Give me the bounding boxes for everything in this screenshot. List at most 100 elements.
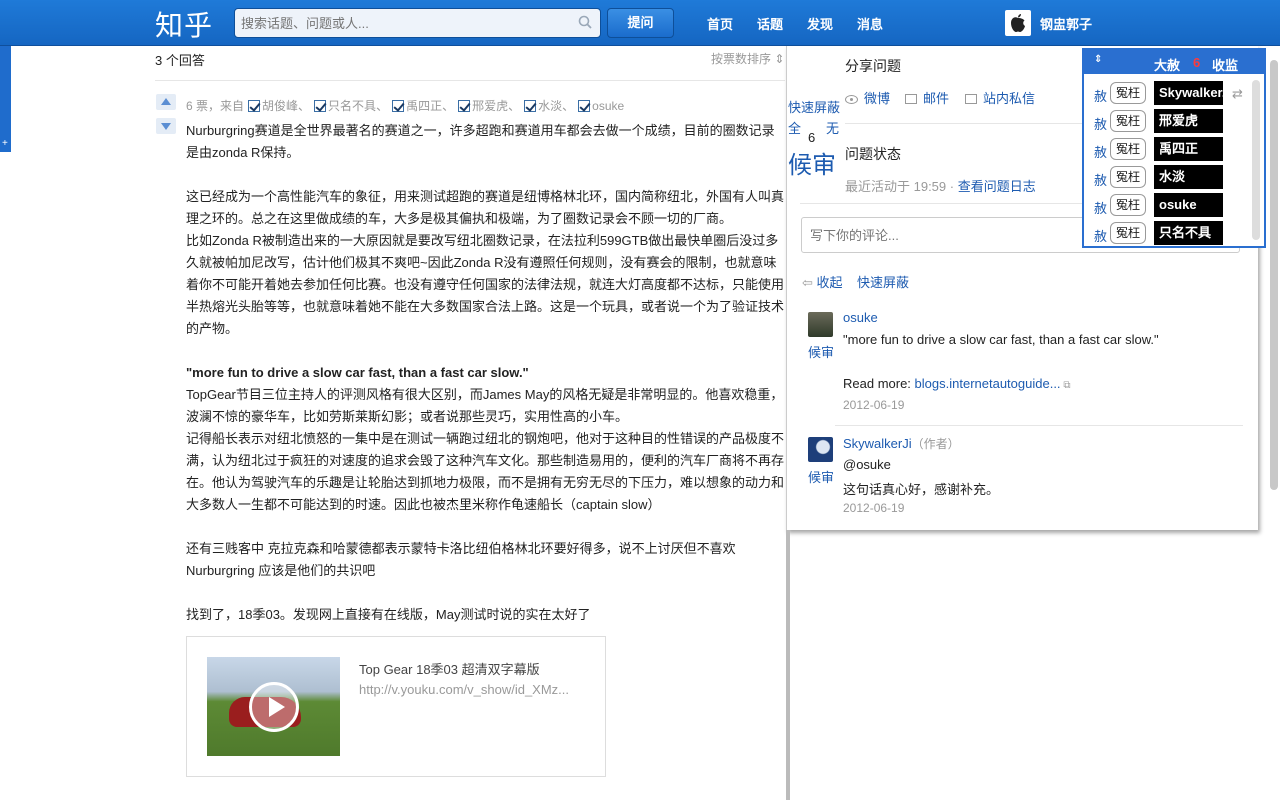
video-title[interactable]: Top Gear 18季03 超清双字幕版 bbox=[359, 659, 540, 678]
wronged-button[interactable]: 冤枉 bbox=[1110, 82, 1146, 104]
answer-paragraph: 记得船长表示对纽北愤怒的一集中是在测试一辆跑过纽北的钢炮吧，他对于这种目的性错误… bbox=[186, 431, 785, 512]
pending-review-link[interactable]: 候审 bbox=[788, 145, 836, 180]
collapse-label: 收起 bbox=[816, 275, 843, 290]
votes-count: 6 票，来自 bbox=[186, 99, 245, 113]
comment-author[interactable]: osuke bbox=[843, 310, 878, 325]
external-link-icon: ⧉ bbox=[1060, 380, 1071, 391]
blocked-user-name[interactable]: 禹四正 bbox=[1154, 137, 1223, 161]
voter-name[interactable]: 禹四正 bbox=[406, 99, 442, 113]
sort-by-votes[interactable]: 按票数排序 ⇕ bbox=[711, 50, 784, 67]
voter-checkbox[interactable] bbox=[314, 100, 327, 112]
author-role: （作者） bbox=[911, 437, 960, 451]
blocked-user-name[interactable]: osuke bbox=[1154, 193, 1223, 217]
comment-text: "more fun to drive a slow car fast, than… bbox=[843, 332, 1159, 347]
share-private-message[interactable]: 站内私信 bbox=[965, 88, 1035, 107]
answer-paragraph: 找到了，18季03。发现网上直接有在线版，May测试时说的实在太好了 bbox=[186, 607, 591, 622]
vote-down-button[interactable] bbox=[156, 118, 176, 134]
side-panel-tab[interactable]: + bbox=[0, 46, 11, 152]
swap-icon[interactable]: ⇄ bbox=[1232, 86, 1243, 102]
comment-date: 2012-06-19 bbox=[843, 398, 905, 412]
collapse-comments[interactable]: ⇦ 收起 bbox=[802, 272, 843, 291]
sort-icon[interactable]: ⇕ bbox=[1094, 54, 1102, 65]
voter-name[interactable]: 胡俊峰 bbox=[262, 99, 298, 113]
pending-review-badge[interactable]: 候审 bbox=[808, 342, 834, 361]
imprison-button[interactable]: 收监 bbox=[1212, 55, 1238, 74]
pardon-link[interactable]: 赦 bbox=[1094, 226, 1107, 245]
panel-divider bbox=[786, 530, 790, 800]
amnesty-button[interactable]: 大赦 bbox=[1154, 55, 1180, 74]
select-all-link[interactable]: 全 bbox=[788, 118, 801, 137]
search-icon[interactable] bbox=[578, 15, 592, 29]
pardon-link[interactable]: 赦 bbox=[1094, 114, 1107, 133]
vote-up-button[interactable] bbox=[156, 94, 176, 110]
commenter-avatar[interactable] bbox=[808, 312, 833, 337]
user-name[interactable]: 钢盅郭子 bbox=[1040, 14, 1092, 33]
arrow-left-icon: ⇦ bbox=[802, 275, 817, 290]
voter-name[interactable]: 水淡 bbox=[538, 99, 562, 113]
video-url[interactable]: http://v.youku.com/v_show/id_XMz... bbox=[359, 682, 569, 697]
answer-paragraph: 还有三贱客中 克拉克森和哈蒙德都表示蒙特卡洛比纽伯格林北环要好得多，说不上讨厌但… bbox=[186, 541, 736, 578]
blocked-user-name[interactable]: 邢爱虎 bbox=[1154, 109, 1223, 133]
quick-block-link[interactable]: 快速屏蔽 bbox=[857, 272, 909, 291]
wronged-button[interactable]: 冤枉 bbox=[1110, 194, 1146, 216]
ask-question-button[interactable]: 提问 bbox=[607, 8, 674, 38]
nav-topics[interactable]: 话题 bbox=[757, 14, 783, 33]
share-weibo[interactable]: 微博 bbox=[845, 88, 890, 107]
comment-text: 这句话真心好，感谢补充。 bbox=[843, 482, 1000, 497]
blocked-user-name[interactable]: 水淡 bbox=[1154, 165, 1223, 189]
select-none-link[interactable]: 无 bbox=[826, 118, 839, 137]
share-question-title: 分享问题 bbox=[845, 58, 901, 74]
play-icon[interactable] bbox=[249, 682, 299, 732]
nav-home[interactable]: 首页 bbox=[707, 14, 733, 33]
nav-messages[interactable]: 消息 bbox=[857, 14, 883, 33]
search-input[interactable] bbox=[241, 14, 571, 32]
pardon-link[interactable]: 赦 bbox=[1094, 170, 1107, 189]
blocked-user-row: 赦 冤枉 Skywalker. bbox=[1084, 80, 1254, 106]
zhihu-logo[interactable]: 知乎 bbox=[155, 4, 213, 44]
pardon-link[interactable]: 赦 bbox=[1094, 86, 1107, 105]
blocked-user-row: 赦 冤枉 只名不具 bbox=[1084, 220, 1254, 246]
comment-author-name[interactable]: SkywalkerJi bbox=[843, 436, 912, 451]
top-navbar: 知乎 提问 首页 话题 发现 消息 钢盅郭子 bbox=[0, 0, 1280, 46]
voter-checkbox[interactable] bbox=[392, 100, 405, 112]
video-thumbnail[interactable] bbox=[207, 657, 340, 756]
pardon-panel: ⇕ 大赦 6 收监 赦 冤枉 Skywalker. 赦 冤枉 邢爱虎 赦 冤枉 … bbox=[1082, 48, 1266, 248]
pending-review-badge[interactable]: 候审 bbox=[808, 467, 834, 486]
wronged-button[interactable]: 冤枉 bbox=[1110, 110, 1146, 132]
video-card[interactable]: Top Gear 18季03 超清双字幕版 http://v.youku.com… bbox=[186, 636, 606, 777]
message-icon bbox=[965, 94, 977, 104]
wronged-button[interactable]: 冤枉 bbox=[1110, 222, 1146, 244]
voter-checkbox[interactable] bbox=[524, 100, 537, 112]
share-email[interactable]: 邮件 bbox=[905, 88, 949, 107]
voter-checkbox[interactable] bbox=[458, 100, 471, 112]
commenter-avatar[interactable] bbox=[808, 437, 833, 462]
voter-name[interactable]: 邢爱虎 bbox=[472, 99, 508, 113]
search-box[interactable] bbox=[234, 8, 601, 38]
scrollbar[interactable] bbox=[1252, 80, 1260, 240]
comment-date: 2012-06-19 bbox=[843, 501, 905, 515]
blocked-user-name[interactable]: Skywalker. bbox=[1154, 81, 1223, 105]
answer-paragraph: 比如Zonda R被制造出来的一大原因就是要改写纽北圈数记录，在法拉利599GT… bbox=[186, 233, 785, 336]
comment-mention: @osuke bbox=[843, 457, 891, 472]
user-avatar[interactable] bbox=[1005, 10, 1031, 36]
wronged-button[interactable]: 冤枉 bbox=[1110, 138, 1146, 160]
voter-checkbox[interactable] bbox=[248, 100, 261, 112]
arrow-up-icon bbox=[161, 98, 171, 105]
voter-checkbox[interactable] bbox=[578, 100, 591, 112]
voters-line: 6 票，来自 胡俊峰、 只名不具、 禹四正、 邢爱虎、 水淡、 osuke bbox=[186, 99, 625, 113]
voter-name[interactable]: osuke bbox=[592, 99, 624, 113]
nav-discover[interactable]: 发现 bbox=[807, 14, 833, 33]
view-log-link[interactable]: 查看问题日志 bbox=[958, 179, 1036, 194]
read-more-link[interactable]: blogs.internetautoguide... bbox=[915, 376, 1061, 391]
pardon-link[interactable]: 赦 bbox=[1094, 198, 1107, 217]
page-scrollbar[interactable] bbox=[1270, 60, 1278, 490]
blocked-user-row: 赦 冤枉 osuke bbox=[1084, 192, 1254, 218]
weibo-icon bbox=[845, 95, 858, 104]
apple-logo-icon bbox=[1011, 14, 1025, 32]
last-activity: 最近活动于 19:59 · bbox=[845, 179, 958, 194]
blocked-user-name[interactable]: 只名不具 bbox=[1154, 221, 1223, 245]
voter-name[interactable]: 只名不具 bbox=[328, 99, 376, 113]
quick-block-link[interactable]: 快速屏蔽 bbox=[788, 97, 840, 116]
wronged-button[interactable]: 冤枉 bbox=[1110, 166, 1146, 188]
pardon-link[interactable]: 赦 bbox=[1094, 142, 1107, 161]
